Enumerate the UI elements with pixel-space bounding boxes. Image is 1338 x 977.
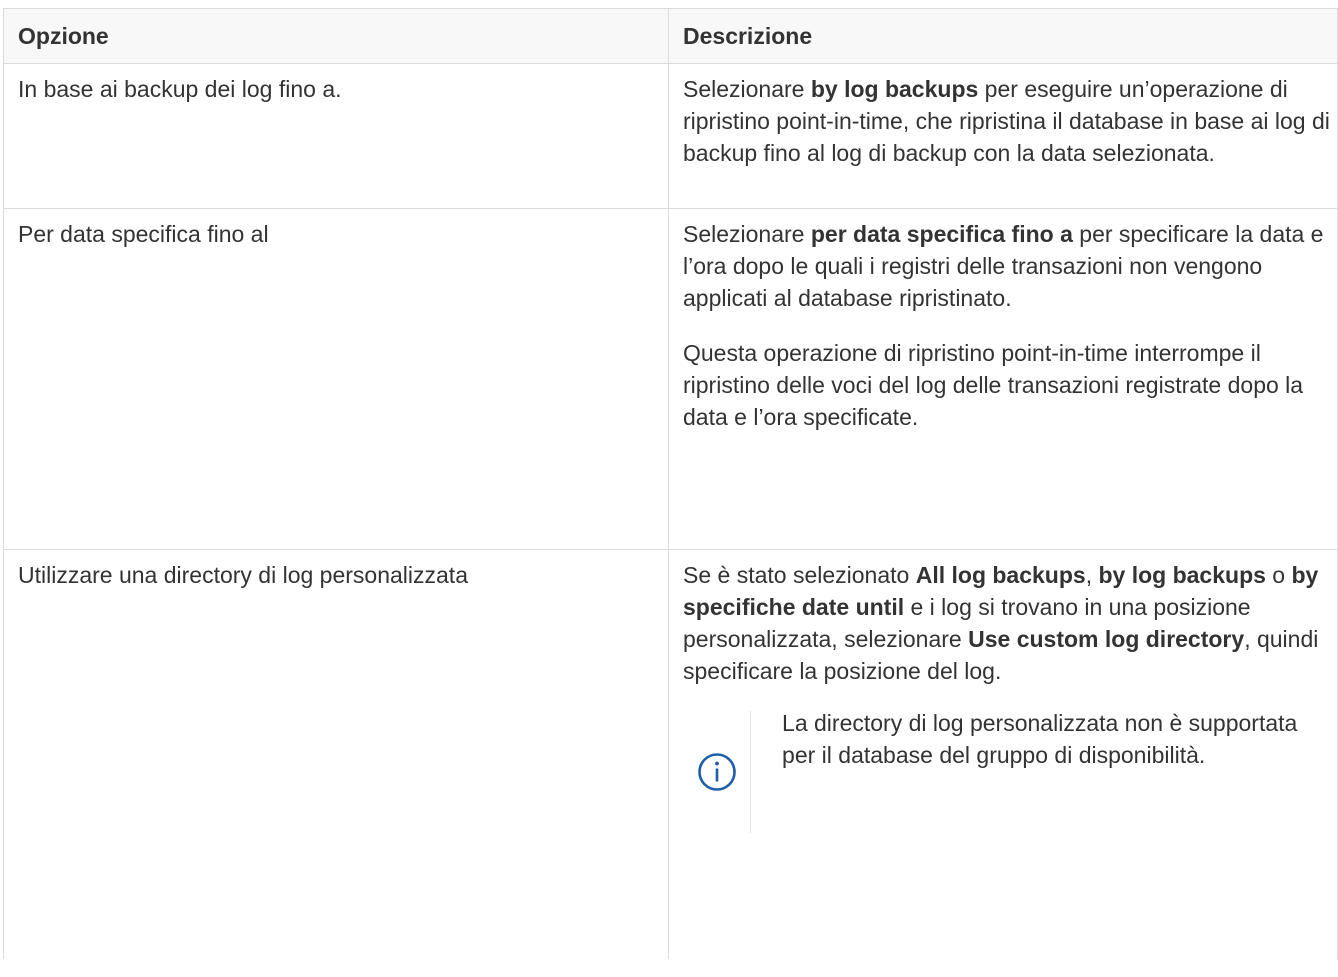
description-cell: Selezionare by log backups per eseguire … bbox=[668, 63, 1338, 209]
info-circle-icon bbox=[697, 753, 736, 791]
description-paragraph: Questa operazione di ripristino point-in… bbox=[683, 340, 1304, 430]
info-note: La directory di log personalizzata non è… bbox=[683, 710, 1333, 833]
option-cell: Utilizzare una directory di log personal… bbox=[3, 549, 669, 959]
column-header-description: Descrizione bbox=[668, 8, 1338, 64]
table-row: Utilizzare una directory di log personal… bbox=[3, 549, 1338, 959]
table-header-row: Opzione Descrizione bbox=[3, 8, 1338, 64]
bold-term: All log backups bbox=[915, 562, 1086, 588]
description-paragraph: Se è stato selezionato All log backups, … bbox=[683, 559, 1333, 687]
option-cell: In base ai backup dei log fino a. bbox=[3, 63, 669, 209]
table-row: In base ai backup dei log fino a. Selezi… bbox=[3, 63, 1338, 209]
option-cell: Per data specifica fino al bbox=[3, 208, 669, 550]
options-table: Opzione Descrizione In base ai backup de… bbox=[3, 8, 1338, 959]
description-paragraph: Selezionare per data specifica fino a pe… bbox=[683, 218, 1333, 314]
description-cell: Selezionare per data specifica fino a pe… bbox=[668, 208, 1338, 550]
note-text: La directory di log personalizzata non è… bbox=[782, 710, 1298, 768]
text-span: Selezionare bbox=[683, 221, 811, 247]
note-icon-cell bbox=[683, 711, 752, 833]
text-span: , bbox=[1085, 562, 1099, 588]
table-row: Per data specifica fino al Selezionare p… bbox=[3, 208, 1338, 550]
text-span: Se è stato selezionato bbox=[683, 562, 916, 588]
bold-term: per data specifica fino a bbox=[810, 221, 1073, 247]
text-span: Selezionare bbox=[683, 76, 811, 102]
description-cell: Se è stato selezionato All log backups, … bbox=[668, 549, 1338, 959]
bold-term: by log backups bbox=[810, 76, 979, 102]
bold-term: Use custom log directory bbox=[968, 626, 1245, 652]
description-paragraph: Selezionare by log backups per eseguire … bbox=[683, 73, 1333, 169]
bold-term: by log backups bbox=[1098, 562, 1266, 588]
text-span: o bbox=[1265, 562, 1292, 588]
column-header-option: Opzione bbox=[3, 8, 669, 64]
